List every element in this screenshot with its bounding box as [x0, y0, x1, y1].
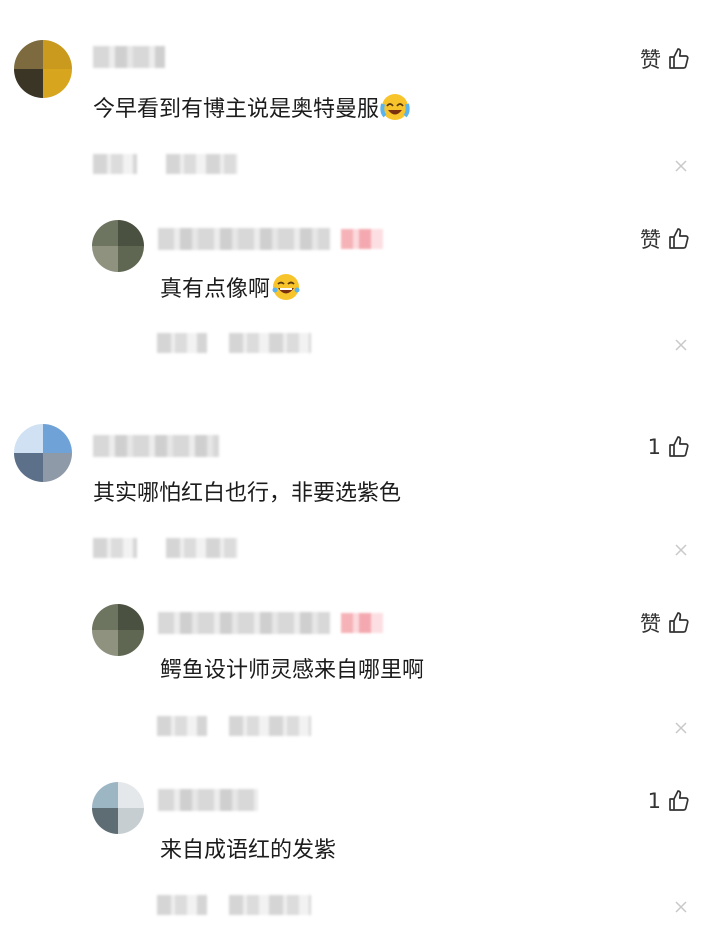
comment-meta [157, 716, 207, 736]
avatar[interactable] [14, 424, 72, 482]
crying-laughing-face-icon [380, 92, 410, 122]
like-button[interactable]: 1 [648, 432, 691, 462]
laughing-face-icon [271, 272, 301, 302]
comment-meta [157, 333, 207, 353]
like-count: 1 [647, 789, 661, 813]
username[interactable] [158, 612, 330, 634]
avatar[interactable] [92, 782, 144, 834]
username[interactable] [158, 789, 258, 811]
like-button[interactable]: 1 [648, 786, 691, 816]
comment-text: 鳄鱼设计师灵感来自哪里啊 [160, 658, 425, 683]
comment-meta [93, 154, 137, 174]
like-count: 1 [647, 435, 661, 459]
close-icon[interactable] [673, 542, 689, 558]
comment-meta [93, 538, 137, 558]
close-icon[interactable] [673, 158, 689, 174]
close-icon[interactable] [673, 337, 689, 353]
avatar[interactable] [92, 220, 144, 272]
thumbs-up-icon [667, 435, 691, 459]
comment-meta [166, 538, 238, 558]
thumbs-up-icon [667, 789, 691, 813]
user-badge [341, 229, 383, 249]
avatar[interactable] [14, 40, 72, 98]
like-label: 赞 [640, 612, 661, 636]
comment-text: 今早看到有博主说是奥特曼服 [93, 92, 410, 125]
like-button[interactable]: 赞 [640, 608, 691, 638]
comment-meta [229, 333, 311, 353]
thumbs-up-icon [667, 47, 691, 71]
comment-meta [229, 716, 311, 736]
avatar[interactable] [92, 604, 144, 656]
comment-meta [166, 154, 238, 174]
username[interactable] [93, 46, 165, 68]
comment-text: 来自成语红的发紫 [160, 838, 337, 863]
comment-meta [157, 895, 207, 915]
like-button[interactable]: 赞 [640, 44, 691, 74]
close-icon[interactable] [673, 720, 689, 736]
username[interactable] [93, 435, 219, 457]
comment-meta [229, 895, 311, 915]
thumbs-up-icon [667, 611, 691, 635]
user-badge [341, 613, 383, 633]
like-label: 赞 [640, 228, 661, 252]
thumbs-up-icon [667, 227, 691, 251]
comment-text: 其实哪怕红白也行，非要选紫色 [93, 481, 402, 506]
like-button[interactable]: 赞 [640, 224, 691, 254]
close-icon[interactable] [673, 899, 689, 915]
username[interactable] [158, 228, 330, 250]
comment-text: 真有点像啊 [160, 272, 301, 305]
like-label: 赞 [640, 48, 661, 72]
